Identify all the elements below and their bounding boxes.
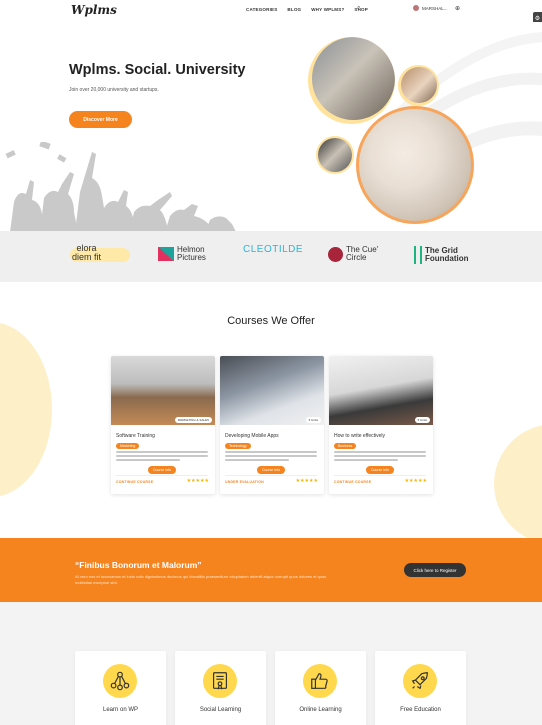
course-status[interactable]: UNDER EVALUATION (225, 480, 264, 484)
feature-label: Free Education (400, 707, 441, 713)
course-badge: MARKETING & SALES (174, 417, 212, 423)
hero-section: Wplms. Social. University Join over 20,0… (0, 22, 542, 231)
feature-card-online-learning[interactable]: Online Learning (275, 651, 366, 725)
decor-circle-right (494, 424, 542, 538)
helmon-logo-icon (158, 247, 174, 261)
register-cta-band: “Finibus Bonorum et Malorum” At vero eos… (0, 538, 542, 602)
partner-the-grid-foundation: The Grid Foundation (414, 246, 469, 264)
partner-logos: elora diem fit Helmon Pictures CLEOTILDE T… (0, 231, 542, 282)
user-menu[interactable]: MARSHAL... (413, 5, 448, 11)
nav-why-wplms[interactable]: WHY WPLMS? (311, 7, 344, 12)
hero-photo-laptop-learner (356, 106, 474, 224)
hero-subtitle: Join over 20,000 university and startups… (69, 87, 159, 93)
course-status[interactable]: CONTINUE COURSE (116, 480, 153, 484)
partner-helmon-pictures: Helmon Pictures (158, 246, 206, 262)
cta-title: “Finibus Bonorum et Malorum” (75, 560, 202, 570)
course-category-tag[interactable]: Technology (225, 443, 251, 449)
course-rating: ★★★★★ (186, 478, 209, 484)
course-info-button[interactable]: Course Info (366, 466, 394, 474)
avatar (413, 5, 419, 11)
course-badge: 5 Units (414, 417, 430, 423)
cta-text: At vero eos et accusamus et iusto odio d… (75, 574, 327, 585)
course-card[interactable]: 5 Units How to write effectively Busines… (329, 356, 433, 494)
site-logo[interactable]: Wplms (71, 3, 117, 17)
feature-label: Social Learning (199, 707, 242, 713)
features-section: Learn on WP Social Learning Online Learn… (0, 602, 542, 725)
course-card[interactable]: MARKETING & SALES Software Training Mark… (111, 356, 215, 494)
course-thumbnail[interactable] (111, 356, 215, 425)
rocket-icon (403, 664, 437, 698)
course-category-tag[interactable]: Marketing (116, 443, 140, 449)
certificate-icon (203, 664, 237, 698)
course-thumbnail[interactable] (329, 356, 433, 425)
top-header: Wplms CATEGORIES BLOG WHY WPLMS? SHOP ⌕ … (0, 0, 542, 22)
discover-more-button[interactable]: Discover More (69, 111, 132, 128)
nav-categories[interactable]: CATEGORIES (246, 7, 277, 12)
courses-section: Courses We Offer MARKETING & SALES Softw… (0, 282, 542, 538)
user-name: MARSHAL... (422, 5, 448, 11)
course-info-button[interactable]: Course Info (148, 466, 176, 474)
feature-card-social-learning[interactable]: Social Learning (175, 651, 266, 725)
partner-the-cue-circle: The Cue' Circle (328, 246, 378, 262)
decor-circle-left (0, 322, 52, 497)
partner-cleotilde: CLEOTILDE (243, 244, 304, 255)
feature-label: Learn on WP (102, 707, 139, 713)
grid-logo-icon (414, 246, 422, 264)
thumbs-up-icon (303, 664, 337, 698)
cue-circle-logo-icon (328, 246, 343, 262)
course-info-button[interactable]: Course Info (257, 466, 285, 474)
course-badge: 5 Units (305, 417, 321, 423)
course-description (225, 451, 317, 463)
search-icon[interactable]: ⌕ (357, 5, 360, 12)
courses-heading: Courses We Offer (227, 315, 315, 327)
hero-photo-presentation (308, 37, 395, 124)
course-title[interactable]: How to write effectively (334, 433, 385, 439)
graduates-silhouette (5, 142, 236, 231)
course-rating: ★★★★★ (404, 478, 427, 484)
course-description (334, 451, 426, 463)
course-card[interactable]: 5 Units Developing Mobile Apps Technolog… (220, 356, 324, 494)
main-nav: CATEGORIES BLOG WHY WPLMS? SHOP (246, 7, 368, 12)
feature-label: Online Learning (299, 707, 342, 713)
course-thumbnail[interactable] (220, 356, 324, 425)
wordpress-network-icon (103, 664, 137, 698)
cart-icon[interactable]: ⊕ (455, 5, 460, 12)
course-title[interactable]: Software Training (116, 433, 155, 439)
feature-card-learn-on-wp[interactable]: Learn on WP (75, 651, 166, 725)
course-rating: ★★★★★ (295, 478, 318, 484)
gear-icon: ⚙ (534, 15, 541, 22)
nav-blog[interactable]: BLOG (287, 7, 301, 12)
hero-photo-student (398, 65, 439, 106)
partner-elora-diem-fit: elora diem fit (70, 244, 130, 262)
course-description (116, 451, 208, 463)
register-button[interactable]: Click here to Register (404, 563, 466, 577)
course-title[interactable]: Developing Mobile Apps (225, 433, 279, 439)
course-status[interactable]: CONTINUE COURSE (334, 480, 371, 484)
course-category-tag[interactable]: Business (334, 443, 357, 449)
hero-title: Wplms. Social. University (69, 62, 246, 78)
feature-card-free-education[interactable]: Free Education (375, 651, 466, 725)
hero-photo-desk (316, 136, 354, 174)
